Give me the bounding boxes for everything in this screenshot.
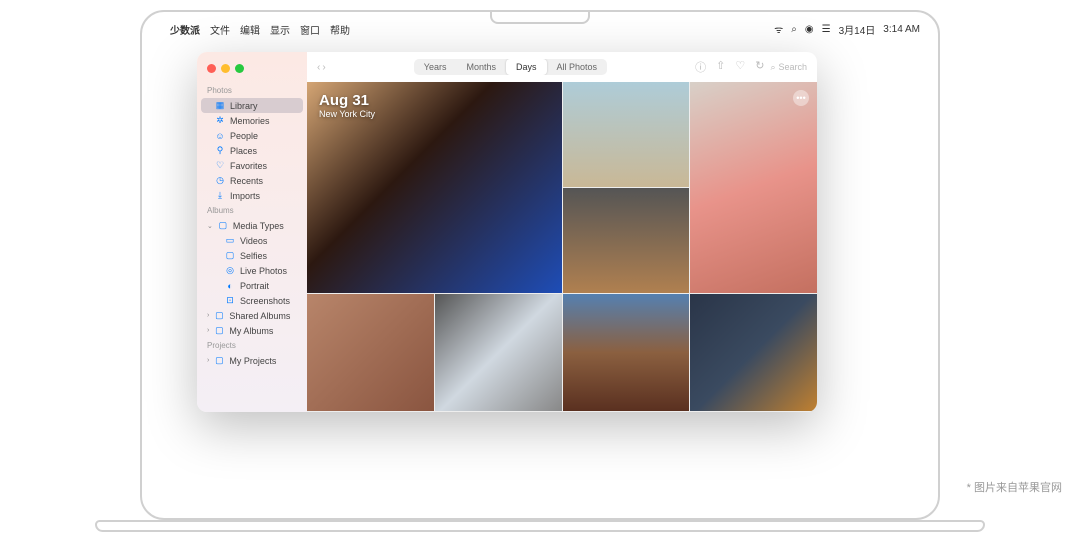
screenshot-icon: ⊡ [225, 296, 235, 306]
sidebar-item-my-projects[interactable]: ›▢My Projects [197, 353, 307, 368]
menu-window[interactable]: 窗口 [300, 22, 320, 37]
back-button[interactable]: ‹ [317, 62, 320, 73]
library-icon: ▦ [215, 101, 225, 111]
sidebar-item-people[interactable]: ☺People [197, 128, 307, 143]
people-icon: ☺ [215, 131, 225, 141]
folder-icon: ▢ [218, 221, 228, 231]
favorites-icon: ♡ [215, 161, 225, 171]
nav-arrows: ‹ › [317, 62, 326, 73]
folder-icon: ▢ [214, 356, 224, 366]
sidebar-item-screenshots[interactable]: ⊡Screenshots [197, 293, 307, 308]
section-header-projects: Projects [197, 338, 307, 353]
sidebar-item-memories[interactable]: ✲Memories [197, 113, 307, 128]
sidebar-item-imports[interactable]: ⤓Imports [197, 188, 307, 203]
user-icon[interactable]: ◉ [805, 24, 814, 35]
menu-help[interactable]: 帮助 [330, 22, 350, 37]
toolbar: ‹ › Years Months Days All Photos ⓘ ⇧ ♡ ↻ [307, 52, 817, 82]
sidebar-item-my-albums[interactable]: ›▢My Albums [197, 323, 307, 338]
photo-tile[interactable] [563, 294, 690, 411]
tab-days[interactable]: Days [506, 59, 547, 75]
photo-tile[interactable] [307, 294, 434, 411]
chevron-down-icon: ⌄ [207, 222, 213, 230]
menu-edit[interactable]: 编辑 [240, 22, 260, 37]
folder-icon: ▢ [214, 311, 224, 321]
live-icon: ◎ [225, 266, 235, 276]
date-overlay: Aug 31 New York City [319, 92, 375, 119]
photos-app-window: Photos ▦Library ✲Memories ☺People ⚲Place… [197, 52, 817, 412]
selfie-icon: ▢ [225, 251, 235, 261]
app-name[interactable]: 少数派 [170, 22, 200, 37]
menubar-time[interactable]: 3:14 AM [883, 24, 920, 35]
chevron-right-icon: › [207, 357, 209, 364]
video-icon: ▭ [225, 236, 235, 246]
window-controls [197, 60, 307, 83]
chevron-right-icon: › [207, 312, 209, 319]
minimize-button[interactable] [221, 64, 230, 73]
sidebar-item-places[interactable]: ⚲Places [197, 143, 307, 158]
sidebar-item-selfies[interactable]: ▢Selfies [197, 248, 307, 263]
photo-tile-hero[interactable]: Aug 31 New York City [307, 82, 562, 293]
sidebar-item-live-photos[interactable]: ◎Live Photos [197, 263, 307, 278]
photo-tile[interactable] [435, 294, 562, 411]
section-header-albums: Albums [197, 203, 307, 218]
folder-icon: ▢ [214, 326, 224, 336]
share-icon[interactable]: ⇧ [716, 59, 725, 75]
search-field[interactable]: ⌕Search [770, 62, 807, 73]
zoom-button[interactable] [235, 64, 244, 73]
tab-all-photos[interactable]: All Photos [547, 59, 608, 75]
spotlight-icon[interactable]: ⌕ [791, 24, 797, 35]
photo-tile[interactable] [690, 294, 817, 411]
rotate-icon[interactable]: ↻ [755, 59, 764, 75]
sidebar-item-library[interactable]: ▦Library [201, 98, 303, 113]
chevron-right-icon: › [207, 327, 209, 334]
menubar-date[interactable]: 3月14日 [839, 22, 876, 37]
photo-tile[interactable]: ••• [690, 82, 817, 293]
sidebar-item-media-types[interactable]: ⌄▢Media Types [197, 218, 307, 233]
imports-icon: ⤓ [215, 191, 225, 201]
memories-icon: ✲ [215, 116, 225, 126]
more-badge[interactable]: ••• [793, 90, 809, 106]
photo-tile[interactable] [563, 82, 690, 187]
tab-months[interactable]: Months [456, 59, 506, 75]
favorite-icon[interactable]: ♡ [735, 59, 745, 75]
info-icon[interactable]: ⓘ [695, 59, 706, 75]
photo-tile-column [563, 82, 690, 293]
laptop-frame: 少数派 文件 编辑 显示 窗口 帮助 ᯤ ⌕ ◉ ☰ 3月14日 3:14 AM… [140, 10, 940, 520]
portrait-icon: ◐ [225, 281, 235, 291]
search-icon: ⌕ [770, 62, 775, 73]
sidebar-item-portrait[interactable]: ◐Portrait [197, 278, 307, 293]
section-header-photos: Photos [197, 83, 307, 98]
wifi-icon[interactable]: ᯤ [774, 22, 783, 36]
macos-menubar: 少数派 文件 编辑 显示 窗口 帮助 ᯤ ⌕ ◉ ☰ 3月14日 3:14 AM [160, 20, 920, 38]
close-button[interactable] [207, 64, 216, 73]
sidebar-item-shared-albums[interactable]: ›▢Shared Albums [197, 308, 307, 323]
menu-file[interactable]: 文件 [210, 22, 230, 37]
sidebar-item-videos[interactable]: ▭Videos [197, 233, 307, 248]
sidebar-item-recents[interactable]: ◷Recents [197, 173, 307, 188]
photo-grid: Aug 31 New York City ••• [307, 82, 817, 412]
sidebar-item-favorites[interactable]: ♡Favorites [197, 158, 307, 173]
forward-button[interactable]: › [322, 62, 325, 73]
view-segmented-control: Years Months Days All Photos [414, 59, 607, 75]
recents-icon: ◷ [215, 176, 225, 186]
places-icon: ⚲ [215, 146, 225, 156]
menu-view[interactable]: 显示 [270, 22, 290, 37]
image-caption: * 图片来自苹果官网 [967, 479, 1062, 495]
laptop-base [95, 520, 985, 532]
sidebar: Photos ▦Library ✲Memories ☺People ⚲Place… [197, 52, 307, 412]
photo-tile[interactable] [563, 188, 690, 293]
tab-years[interactable]: Years [414, 59, 457, 75]
control-center-icon[interactable]: ☰ [822, 24, 831, 35]
main-content: ‹ › Years Months Days All Photos ⓘ ⇧ ♡ ↻ [307, 52, 817, 412]
